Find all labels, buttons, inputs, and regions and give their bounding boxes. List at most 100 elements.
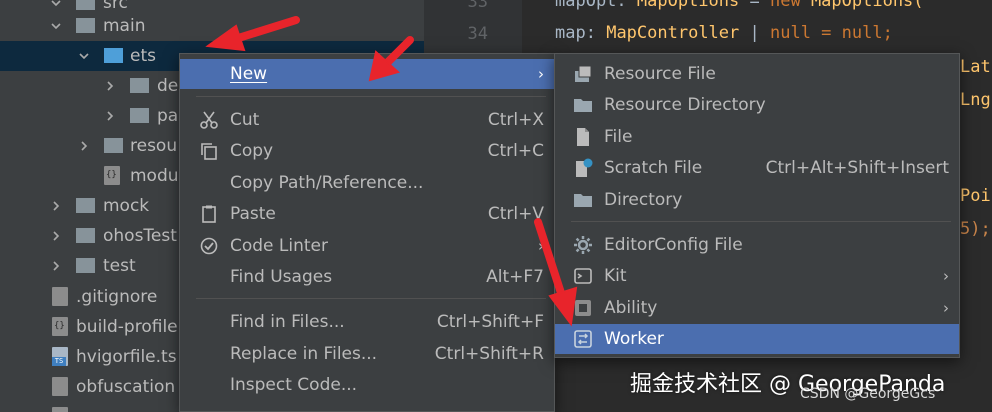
code-token: new bbox=[769, 0, 801, 11]
menu-item-paste[interactable]: Paste Ctrl+V bbox=[180, 199, 554, 229]
tree-item-main[interactable]: main bbox=[0, 11, 424, 41]
folder-icon bbox=[76, 0, 95, 10]
line-number: 33 bbox=[467, 0, 488, 12]
chevron-right-icon[interactable] bbox=[48, 198, 64, 214]
worker-icon bbox=[573, 329, 593, 349]
menu-item-new[interactable]: New › bbox=[180, 59, 554, 89]
menu-item-shortcut: Ctrl+Alt+Shift+Insert bbox=[765, 158, 949, 178]
menu-item-label: Copy Path/Reference... bbox=[230, 173, 424, 193]
code-token: MapController bbox=[606, 23, 740, 43]
menu-item-label: Scratch File bbox=[604, 158, 703, 178]
menu-item-cut[interactable]: Cut Ctrl+X bbox=[180, 105, 554, 135]
menu-item-shortcut: Ctrl+Shift+F bbox=[436, 312, 544, 332]
menu-separator bbox=[196, 96, 546, 97]
menu-item-find-in-files[interactable]: Find in Files... Ctrl+Shift+F bbox=[180, 307, 554, 337]
code-token: null bbox=[769, 23, 811, 43]
chevron-right-icon[interactable] bbox=[102, 78, 118, 94]
menu-item-replace-in-files[interactable]: Replace in Files... Ctrl+Shift+R bbox=[180, 339, 554, 369]
folder-icon bbox=[573, 95, 593, 115]
tree-item-label: modu bbox=[130, 166, 179, 186]
menu-item-resource-file[interactable]: Resource File bbox=[555, 59, 959, 89]
menu-item-label: Paste bbox=[230, 204, 276, 224]
code-fragment: Lat bbox=[960, 57, 991, 77]
tree-item-label: .gitignore bbox=[76, 287, 158, 307]
menu-item-code-linter[interactable]: Code Linter › bbox=[180, 231, 554, 261]
scissors-icon bbox=[199, 110, 219, 130]
gitignore-file-icon bbox=[52, 287, 68, 306]
context-menu: New › Cut Ctrl+X Copy Ctrl+C Copy Path/R… bbox=[179, 53, 555, 412]
code-line: mapOpt: MapOptions = new MapOptions( bbox=[555, 0, 924, 11]
chevron-right-icon[interactable] bbox=[48, 258, 64, 274]
menu-item-label: Find in Files... bbox=[230, 312, 345, 332]
watermark-secondary: CSDN @GeorgeGcs bbox=[800, 386, 936, 402]
resource-file-icon bbox=[573, 64, 593, 84]
chevron-down-icon[interactable] bbox=[48, 0, 64, 11]
menu-item-scratch-file[interactable]: Scratch File Ctrl+Alt+Shift+Insert bbox=[555, 153, 959, 183]
copy-icon bbox=[199, 141, 219, 161]
ability-icon bbox=[573, 298, 593, 318]
chevron-down-icon[interactable] bbox=[48, 18, 64, 34]
menu-item-label: Resource Directory bbox=[604, 95, 766, 115]
submenu-arrow-icon: › bbox=[943, 299, 949, 317]
new-submenu: Resource File Resource Directory File Sc… bbox=[554, 53, 960, 358]
code-token: = null; bbox=[810, 23, 893, 43]
menu-item-file[interactable]: File bbox=[555, 122, 959, 152]
code-token: : bbox=[585, 23, 607, 43]
line-number: 34 bbox=[467, 24, 488, 44]
menu-item-label: Ability bbox=[604, 298, 658, 318]
code-token: MapOptions( bbox=[800, 0, 924, 11]
menu-item-kit[interactable]: Kit › bbox=[555, 261, 959, 291]
tree-item-label: ets bbox=[130, 46, 156, 66]
code-token: map bbox=[555, 23, 586, 43]
menu-item-label: New bbox=[230, 64, 268, 84]
tree-item-label: ohosTest bbox=[103, 226, 177, 246]
menu-item-find-usages[interactable]: Find Usages Alt+F7 bbox=[180, 262, 554, 292]
folder-icon bbox=[76, 198, 95, 213]
chevron-right-icon[interactable] bbox=[48, 228, 64, 244]
chevron-down-icon[interactable] bbox=[76, 48, 92, 64]
menu-item-ability[interactable]: Ability › bbox=[555, 293, 959, 323]
menu-item-directory[interactable]: Directory bbox=[555, 185, 959, 215]
menu-item-worker[interactable]: Worker bbox=[555, 324, 959, 354]
terminal-icon bbox=[573, 266, 593, 286]
folder-icon bbox=[130, 108, 149, 123]
code-linter-icon bbox=[199, 236, 219, 256]
menu-item-label: Copy bbox=[230, 141, 274, 161]
clipboard-icon bbox=[199, 204, 219, 224]
submenu-arrow-icon: › bbox=[538, 237, 544, 255]
ts-file-icon: TS bbox=[52, 347, 68, 366]
menu-item-label: Worker bbox=[604, 329, 664, 349]
menu-item-copy[interactable]: Copy Ctrl+C bbox=[180, 136, 554, 166]
menu-item-label: Kit bbox=[604, 266, 627, 286]
menu-item-label: Resource File bbox=[604, 64, 716, 84]
menu-item-editorconfig-file[interactable]: EditorConfig File bbox=[555, 230, 959, 260]
folder-icon bbox=[130, 78, 149, 93]
tree-item-label: pa bbox=[157, 106, 179, 126]
chevron-right-icon[interactable] bbox=[102, 108, 118, 124]
text-file-icon bbox=[52, 377, 68, 396]
code-token: : bbox=[616, 0, 637, 11]
menu-item-shortcut: Ctrl+C bbox=[487, 141, 544, 161]
code-fragment: Lng bbox=[960, 90, 991, 110]
chevron-right-icon[interactable] bbox=[76, 138, 92, 154]
tree-item-label: obfuscation bbox=[76, 377, 176, 397]
folder-icon bbox=[76, 228, 95, 243]
tree-item-label: mock bbox=[103, 196, 150, 216]
tree-item-label: build-profile bbox=[76, 317, 178, 337]
tree-item-label: hvigorfile.ts bbox=[76, 347, 177, 367]
menu-item-shortcut: Alt+F7 bbox=[486, 267, 544, 287]
gear-icon bbox=[573, 235, 593, 255]
menu-item-label: Find Usages bbox=[230, 267, 333, 287]
tree-item-label: test bbox=[103, 256, 136, 276]
code-token: = bbox=[739, 0, 770, 11]
tree-item-label: main bbox=[103, 16, 146, 36]
folder-icon bbox=[104, 48, 123, 63]
folder-icon bbox=[76, 18, 95, 33]
menu-item-resource-directory[interactable]: Resource Directory bbox=[555, 90, 959, 120]
menu-item-label: Code Linter bbox=[230, 236, 329, 256]
code-token: MapOptions bbox=[636, 0, 740, 11]
menu-item-inspect-code[interactable]: Inspect Code... bbox=[180, 370, 554, 400]
menu-item-copy-path[interactable]: Copy Path/Reference... bbox=[180, 168, 554, 198]
menu-item-label: EditorConfig File bbox=[604, 235, 743, 255]
json-file-icon: {} bbox=[52, 317, 68, 336]
